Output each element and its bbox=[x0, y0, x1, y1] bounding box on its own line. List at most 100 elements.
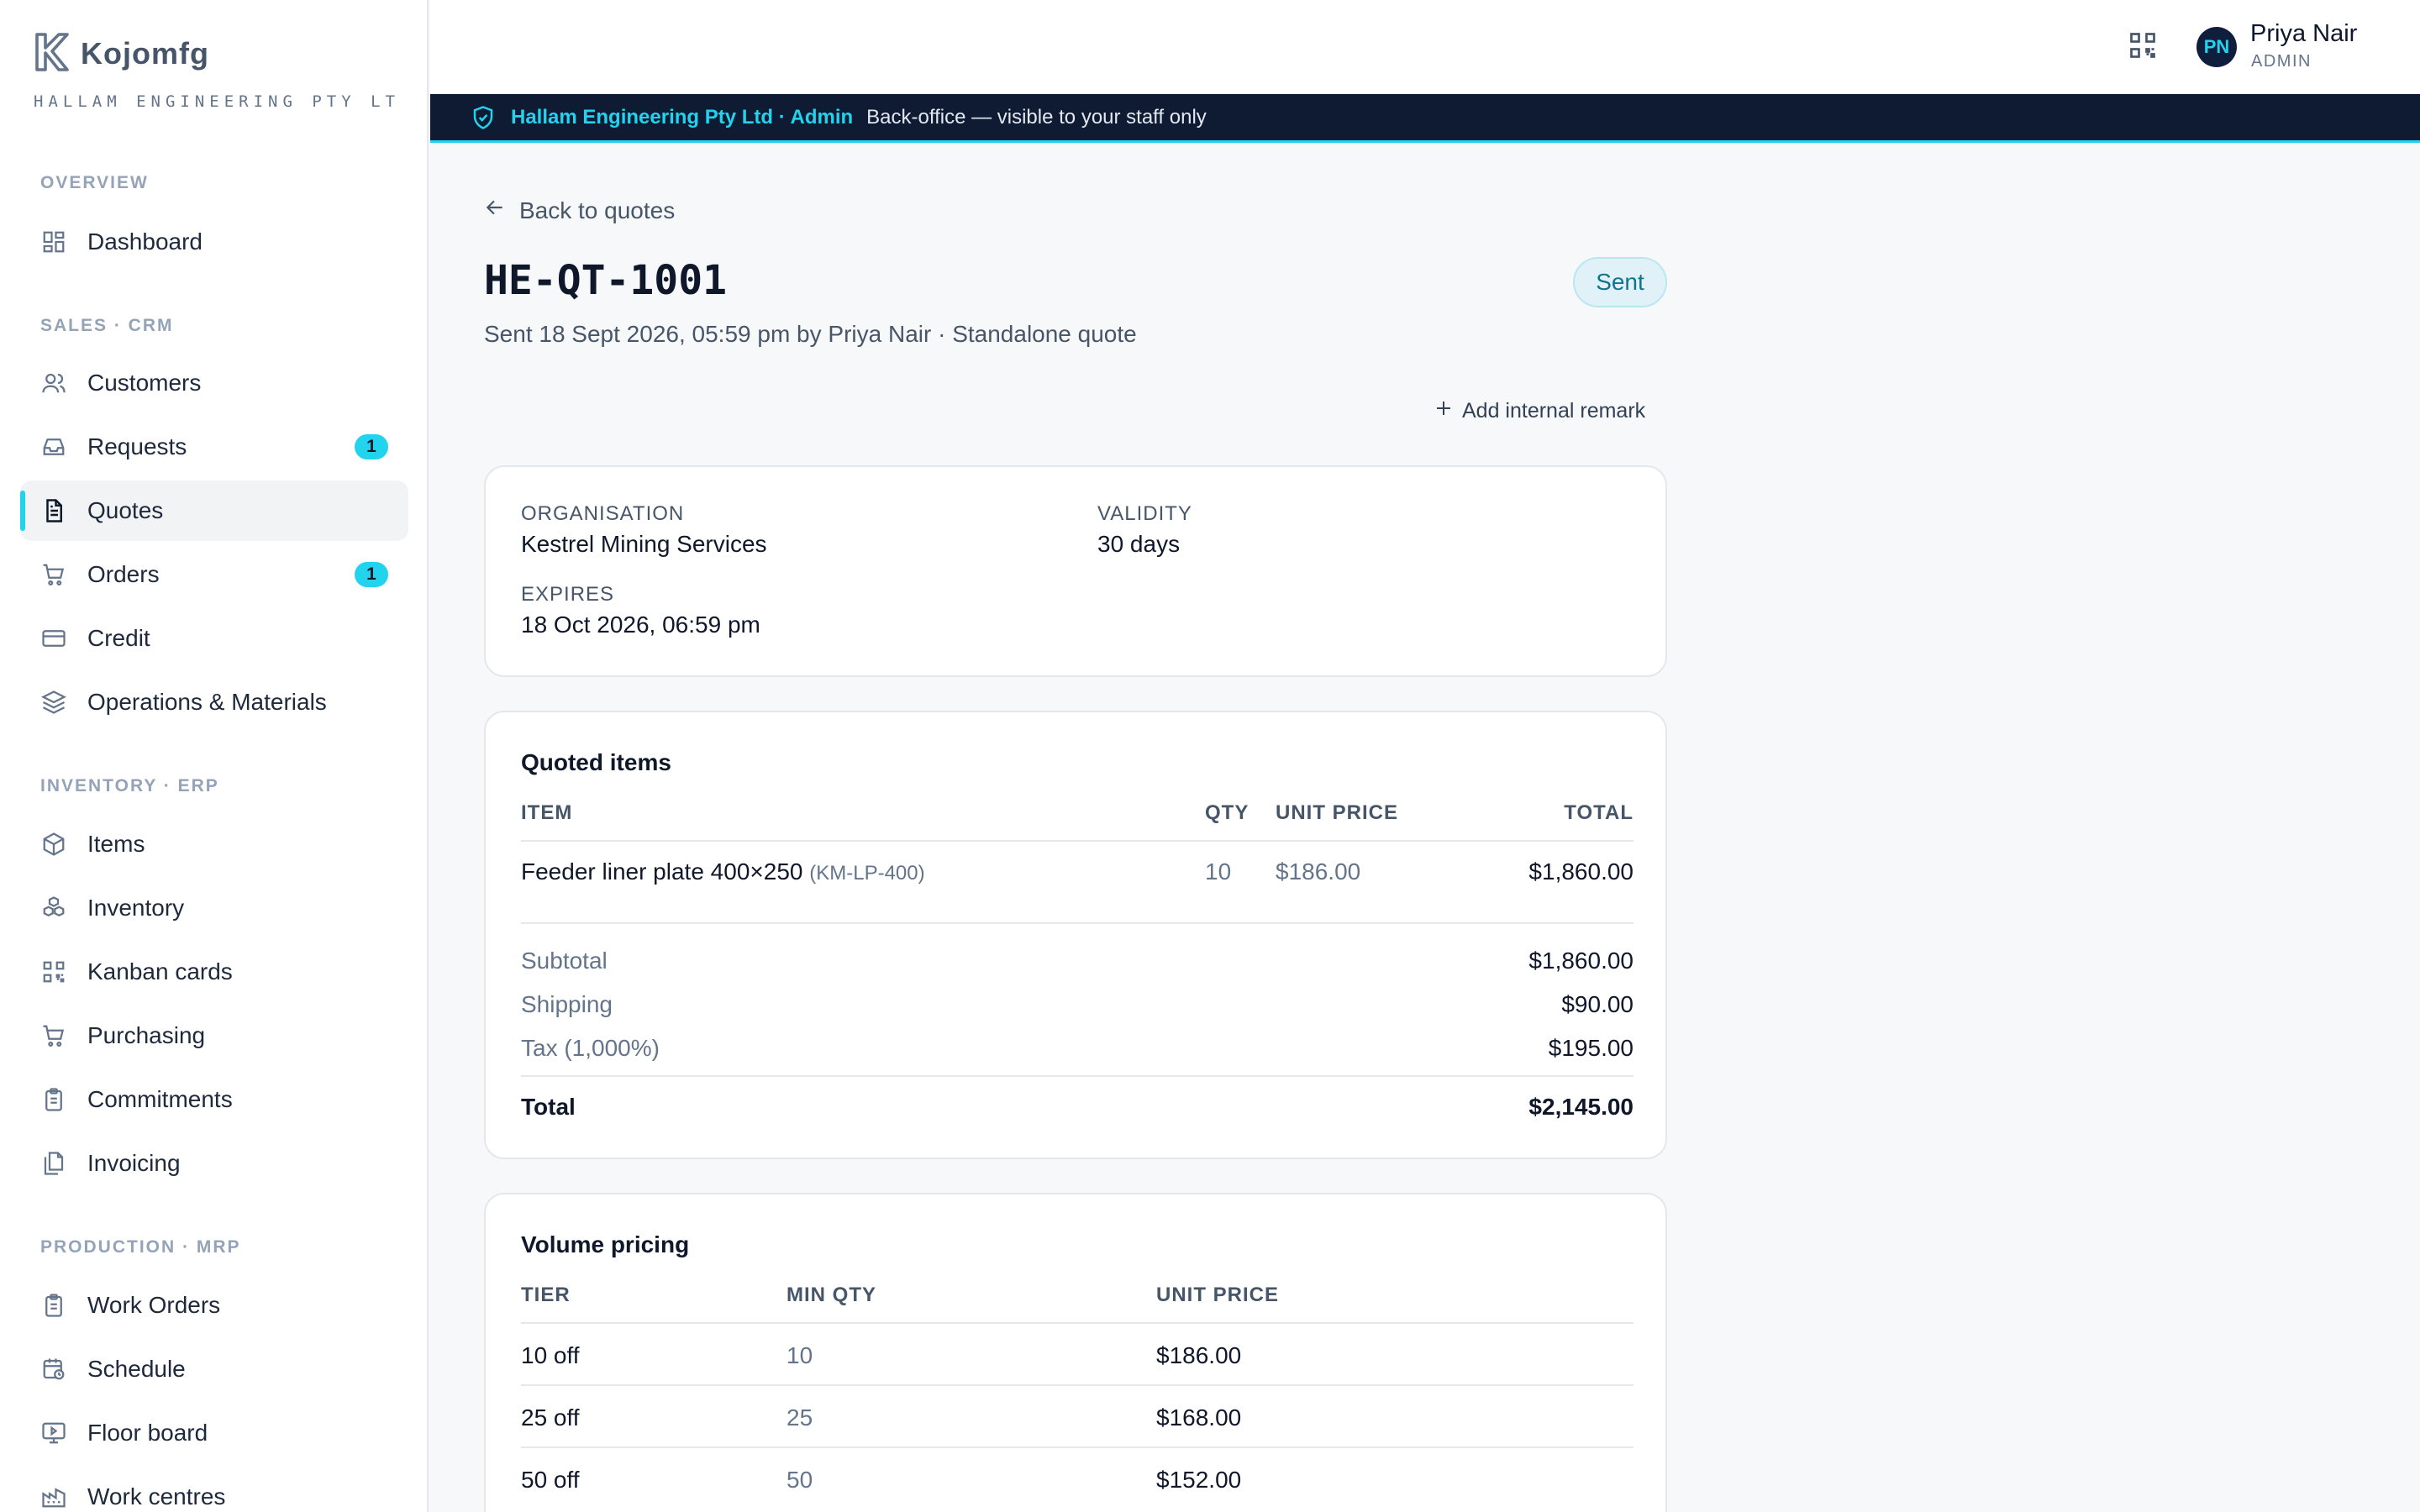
clipboard-icon bbox=[40, 1292, 67, 1319]
page-title: HE-QT-1001 bbox=[484, 257, 727, 304]
sidebar-item-work-orders[interactable]: Work Orders bbox=[20, 1275, 408, 1336]
item-total: $1,860.00 bbox=[1528, 858, 1634, 885]
sidebar-item-work-centres[interactable]: Work centres bbox=[20, 1467, 408, 1512]
item-sku: (KM-LP-400) bbox=[809, 862, 925, 885]
sidebar-item-label: Operations & Materials bbox=[87, 689, 327, 715]
sidebar-item-label: Work centres bbox=[87, 1483, 226, 1509]
sidebar-item-label: Commitments bbox=[87, 1086, 233, 1112]
document-icon bbox=[40, 497, 67, 524]
volume-pricing-card: Volume pricing TIER MIN QTY UNIT PRICE 1… bbox=[484, 1193, 1667, 1512]
calendar-clock-icon bbox=[40, 1356, 67, 1383]
organisation-name: HALLAM ENGINEERING PTY LTD … bbox=[34, 92, 395, 111]
expires-value: 18 Oct 2026, 06:59 pm bbox=[521, 612, 760, 638]
admin-banner-title: Hallam Engineering Pty Ltd · Admin bbox=[511, 105, 854, 129]
tax-value: $195.00 bbox=[1548, 1035, 1634, 1061]
sidebar-item-credit[interactable]: Credit bbox=[20, 608, 408, 669]
add-remark-label: Add internal remark bbox=[1462, 399, 1646, 423]
nav-section-production-mrp: PRODUCTION · MRP bbox=[40, 1237, 241, 1257]
app-root: Kojomfg HALLAM ENGINEERING PTY LTD … OVE… bbox=[0, 0, 2420, 1512]
admin-banner: Hallam Engineering Pty Ltd · Admin Back-… bbox=[430, 94, 2420, 143]
sidebar: Kojomfg HALLAM ENGINEERING PTY LTD … OVE… bbox=[0, 0, 429, 1512]
boxes-icon bbox=[40, 895, 67, 921]
column-header-item: ITEM bbox=[521, 801, 573, 824]
quoted-items-card: Quoted items ITEM QTY UNIT PRICE TOTAL F… bbox=[484, 711, 1667, 1159]
add-internal-remark-button[interactable]: Add internal remark bbox=[1434, 398, 1645, 424]
sidebar-item-quotes[interactable]: Quotes bbox=[20, 480, 408, 541]
subtotal-label: Subtotal bbox=[521, 948, 608, 974]
sidebar-item-floor-board[interactable]: Floor board bbox=[20, 1403, 408, 1463]
sidebar-item-schedule[interactable]: Schedule bbox=[20, 1339, 408, 1399]
admin-banner-text: Back-office — visible to your staff only bbox=[866, 105, 1207, 129]
factory-icon bbox=[40, 1483, 67, 1510]
volume-pricing-title: Volume pricing bbox=[521, 1231, 690, 1257]
shipping-label: Shipping bbox=[521, 991, 613, 1017]
quoted-items-title: Quoted items bbox=[521, 749, 671, 775]
user-name[interactable]: Priya Nair bbox=[2250, 20, 2357, 48]
subtotal-value: $1,860.00 bbox=[1528, 948, 1634, 974]
dashboard-icon bbox=[40, 228, 67, 255]
total-label: Total bbox=[521, 1094, 576, 1120]
sidebar-item-label: Purchasing bbox=[87, 1022, 206, 1048]
qr-scan-button[interactable] bbox=[2123, 27, 2163, 67]
layers-icon bbox=[40, 689, 67, 716]
sidebar-item-label: Dashboard bbox=[87, 228, 203, 255]
item-name: Feeder liner plate 400×250 bbox=[521, 858, 803, 885]
divider bbox=[521, 1322, 1634, 1324]
column-header-total: TOTAL bbox=[1564, 801, 1634, 824]
brand-logo[interactable]: Kojomfg bbox=[32, 30, 209, 77]
monitor-icon bbox=[40, 1420, 67, 1446]
tier-name: 50 off bbox=[521, 1467, 580, 1493]
back-to-quotes-link[interactable]: Back to quotes bbox=[484, 197, 675, 224]
cart-icon bbox=[40, 1022, 67, 1049]
sidebar-item-inventory[interactable]: Inventory bbox=[20, 878, 408, 938]
quote-subtitle: Sent 18 Sept 2026, 05:59 pm by Priya Nai… bbox=[484, 321, 1137, 347]
sidebar-item-label: Quotes bbox=[87, 497, 164, 523]
column-header-unit-price: UNIT PRICE bbox=[1276, 801, 1399, 824]
user-role: ADMIN bbox=[2251, 52, 2312, 71]
nav-section-inventory-erp: INVENTORY · ERP bbox=[40, 776, 219, 795]
sidebar-item-label: Inventory bbox=[87, 895, 185, 921]
sidebar-item-label: Customers bbox=[87, 370, 202, 396]
shipping-value: $90.00 bbox=[1561, 991, 1634, 1017]
clipboard-icon bbox=[40, 1086, 67, 1113]
users-icon bbox=[40, 370, 67, 396]
column-header-min-qty: MIN QTY bbox=[786, 1284, 876, 1306]
tier-unit-price: $152.00 bbox=[1156, 1467, 1242, 1493]
status-badge: Sent bbox=[1573, 257, 1667, 307]
sidebar-item-label: Orders bbox=[87, 561, 160, 587]
sidebar-item-label: Schedule bbox=[87, 1356, 186, 1382]
sidebar-item-dashboard[interactable]: Dashboard bbox=[20, 212, 408, 272]
column-header-unit-price: UNIT PRICE bbox=[1156, 1284, 1280, 1306]
tier-min-qty: 25 bbox=[786, 1404, 813, 1431]
sidebar-item-invoicing[interactable]: Invoicing bbox=[20, 1133, 408, 1194]
shield-check-icon bbox=[471, 105, 496, 130]
sidebar-item-purchasing[interactable]: Purchasing bbox=[20, 1005, 408, 1066]
total-value: $2,145.00 bbox=[1528, 1094, 1634, 1120]
divider bbox=[521, 840, 1634, 842]
sidebar-item-customers[interactable]: Customers bbox=[20, 353, 408, 413]
avatar[interactable]: PN bbox=[2196, 27, 2237, 67]
cart-icon bbox=[40, 561, 67, 588]
tier-unit-price: $186.00 bbox=[1156, 1342, 1242, 1368]
sidebar-item-kanban-cards[interactable]: Kanban cards bbox=[20, 942, 408, 1002]
tax-label: Tax (1,000%) bbox=[521, 1035, 660, 1061]
column-header-tier: TIER bbox=[521, 1284, 571, 1306]
item-qty: 10 bbox=[1205, 858, 1232, 885]
sidebar-item-requests[interactable]: Requests 1 bbox=[20, 417, 408, 477]
item-unit-price: $186.00 bbox=[1276, 858, 1361, 885]
sidebar-item-operations-materials[interactable]: Operations & Materials bbox=[20, 672, 408, 732]
organisation-label: ORGANISATION bbox=[521, 502, 685, 525]
divider bbox=[521, 1384, 1634, 1386]
tier-min-qty: 50 bbox=[786, 1467, 813, 1493]
arrow-left-icon bbox=[484, 197, 506, 224]
quote-details-card: ORGANISATION Kestrel Mining Services VAL… bbox=[484, 465, 1667, 677]
nav-section-overview: OVERVIEW bbox=[40, 173, 149, 192]
orders-count-badge: 1 bbox=[355, 562, 388, 587]
package-icon bbox=[40, 831, 67, 858]
sidebar-item-items[interactable]: Items bbox=[20, 814, 408, 874]
sidebar-item-orders[interactable]: Orders 1 bbox=[20, 544, 408, 605]
column-header-qty: QTY bbox=[1205, 801, 1249, 824]
validity-label: VALIDITY bbox=[1097, 502, 1192, 525]
qr-code-icon bbox=[40, 958, 67, 985]
sidebar-item-commitments[interactable]: Commitments bbox=[20, 1069, 408, 1130]
